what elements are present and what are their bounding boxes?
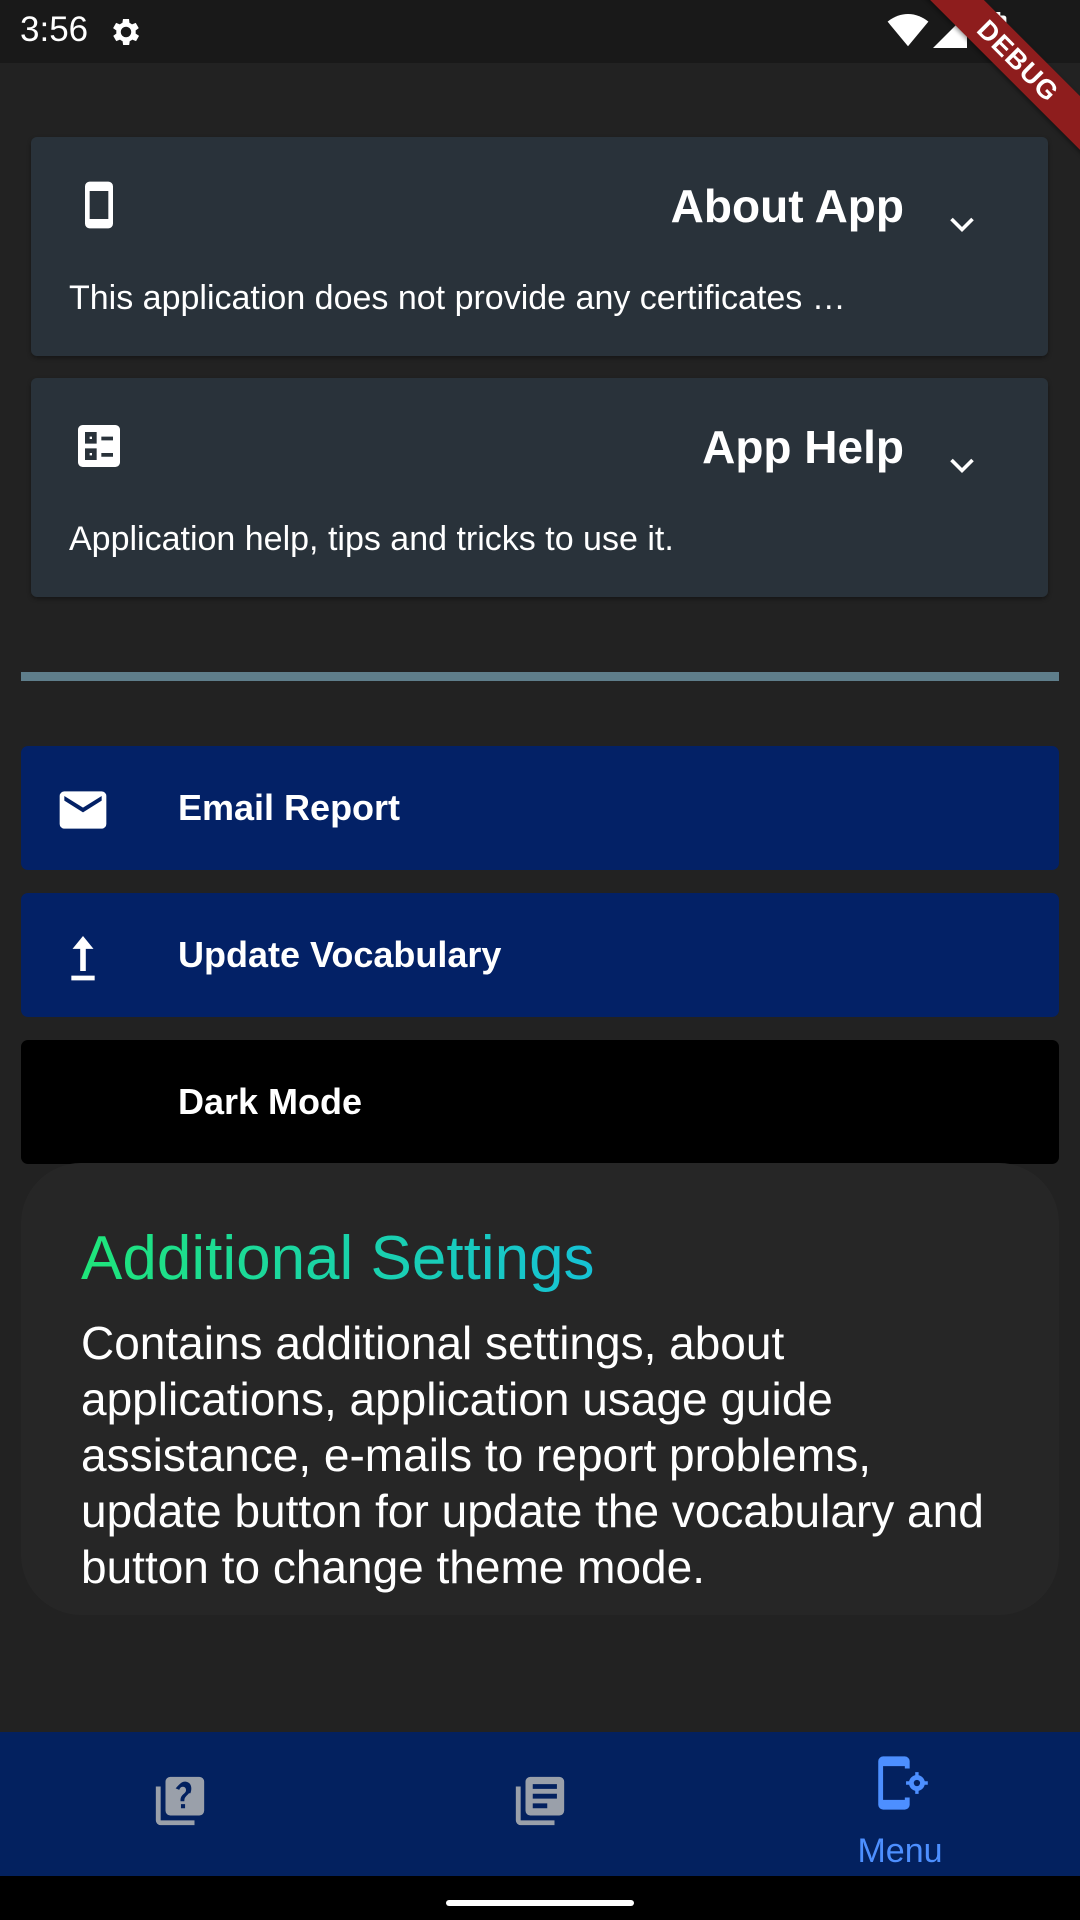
smartphone-icon (85, 181, 113, 229)
moon-icon (76, 1080, 100, 1128)
section-divider (21, 672, 1059, 681)
mail-icon (59, 791, 107, 829)
update-vocabulary-button[interactable]: Update Vocabulary (21, 893, 1059, 1017)
upload-icon (71, 936, 95, 981)
quiz-icon (155, 1776, 205, 1826)
app-help-card[interactable]: App Help Application help, tips and tric… (31, 378, 1048, 597)
about-app-title: About App (670, 180, 904, 232)
nav-item-library[interactable] (360, 1732, 720, 1876)
dark-mode-label: Dark Mode (178, 1081, 363, 1122)
dark-mode-button[interactable]: Dark Mode (21, 1040, 1059, 1164)
email-report-button[interactable]: Email Report (21, 746, 1059, 870)
gear-icon (113, 18, 140, 46)
chevron-down-icon[interactable] (944, 448, 980, 484)
bottom-navigation: Menu (0, 1732, 1080, 1876)
nav-label-menu: Menu (857, 1832, 943, 1870)
about-app-card[interactable]: About App This application does not prov… (31, 137, 1048, 356)
about-app-description: This application does not provide any ce… (69, 279, 846, 317)
nav-item-quiz[interactable] (0, 1732, 360, 1876)
settings-phone-icon (878, 1756, 928, 1810)
nav-item-menu[interactable]: Menu (720, 1732, 1080, 1876)
status-time: 3:56 (20, 10, 89, 49)
library-books-icon (515, 1776, 565, 1826)
status-bar: 3:56 (0, 0, 1080, 63)
help-list-icon (78, 425, 120, 467)
additional-settings-title: Additional Settings (81, 1224, 595, 1293)
update-vocabulary-label: Update Vocabulary (178, 934, 502, 975)
chevron-down-icon[interactable] (944, 207, 980, 243)
wifi-icon (887, 14, 929, 47)
app-help-description: Application help, tips and tricks to use… (69, 520, 674, 558)
gesture-area (0, 1876, 1080, 1920)
home-gesture-bar[interactable] (446, 1900, 634, 1906)
additional-settings-description: Contains additional settings, about appl… (81, 1317, 984, 1593)
email-report-label: Email Report (178, 787, 401, 828)
app-help-title: App Help (702, 421, 904, 473)
additional-settings-panel: Additional Settings Contains additional … (21, 1163, 1059, 1615)
